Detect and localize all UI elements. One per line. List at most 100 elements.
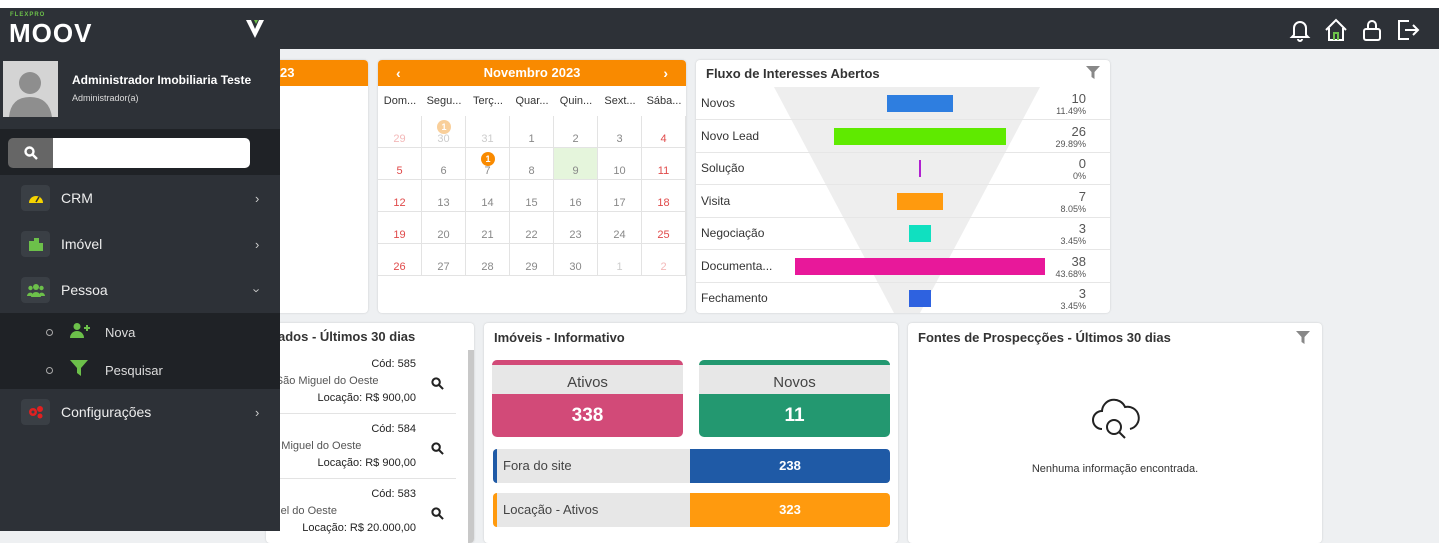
calendar-day[interactable]: 16 [554, 180, 598, 212]
search-icon[interactable] [431, 507, 444, 525]
calendar-day[interactable]: 30 1 [422, 116, 466, 148]
calendar-day[interactable]: 22 [510, 212, 554, 244]
search-icon[interactable] [431, 442, 444, 460]
funnel-count: 3 [1078, 221, 1086, 236]
calendar-day[interactable]: 3 [598, 116, 642, 148]
calendar-day[interactable]: 10 [598, 148, 642, 180]
calendar-day[interactable]: 19 [378, 212, 422, 244]
calendar-day[interactable]: 15 [510, 180, 554, 212]
home-icon[interactable] [1323, 17, 1349, 43]
list-item[interactable]: Cód: 583 iguel do Oeste Locação: R$ 20.000… [266, 480, 456, 543]
event-count-badge[interactable]: 1 [481, 152, 495, 166]
properties-title: ados - Últimos 30 dias [278, 329, 416, 344]
calendar-day[interactable]: 1 [510, 116, 554, 148]
funnel-percent: 11.49% [1056, 106, 1086, 116]
calendar-day[interactable]: 11 [642, 148, 686, 180]
funnel-percent: 3.45% [1060, 236, 1086, 246]
funnel-bar[interactable] [919, 160, 921, 177]
calendar-day[interactable]: 17 [598, 180, 642, 212]
funnel-bar[interactable] [795, 257, 1045, 275]
ativos-box[interactable]: Ativos 338 [492, 360, 683, 437]
funnel-count: 26 [1071, 123, 1086, 139]
calendar-day[interactable]: 8 [510, 148, 554, 180]
next-month-icon[interactable]: › [663, 60, 668, 86]
funnel-title: Fluxo de Interesses Abertos [706, 66, 880, 81]
funnel-bar[interactable] [834, 127, 1006, 145]
calendar-day[interactable]: 9 [554, 148, 598, 180]
list-item[interactable]: Cód: 585), São Miguel do Oeste Locação: R… [266, 350, 456, 414]
calendar-day[interactable]: 31 [466, 116, 510, 148]
scrollbar[interactable] [468, 350, 474, 543]
calendar-day[interactable]: 5 [378, 148, 422, 180]
calendar-day[interactable]: 2 [554, 116, 598, 148]
fontes-card: Fontes de Prospecções - Últimos 30 dias … [908, 323, 1322, 543]
calendar-day-number: 10 [613, 165, 626, 177]
funnel-row[interactable]: Solução 0 0% [696, 152, 1110, 185]
funnel-row[interactable]: Documenta... 38 43.68% [696, 250, 1110, 283]
menu-toggle-icon[interactable] [244, 18, 266, 45]
calendar-day[interactable]: 14 [466, 180, 510, 212]
calendar-day[interactable]: 13 [422, 180, 466, 212]
calendar-day[interactable]: 23 [554, 212, 598, 244]
search-button[interactable] [8, 138, 54, 168]
funnel-bar[interactable] [909, 290, 931, 307]
prev-month-icon[interactable]: ‹ [396, 60, 401, 86]
sidebar-item-imovel[interactable]: Imóvel › [0, 221, 280, 267]
funnel-bar[interactable] [909, 225, 931, 242]
calendar-day-number: 5 [396, 165, 403, 177]
sidebar-item-crm[interactable]: CRM › [0, 175, 280, 221]
filter-icon[interactable] [1296, 331, 1310, 350]
bullet-icon [46, 328, 53, 336]
search-input[interactable] [53, 138, 250, 168]
calendar-day-number: 7 [484, 165, 491, 177]
calendar-day[interactable]: 29 [378, 116, 422, 148]
sidebar-item-configuracoes[interactable]: Configurações › [0, 389, 280, 435]
calendar-day[interactable]: 27 [422, 244, 466, 276]
funnel-row[interactable]: Novos 10 11.49% [696, 87, 1110, 120]
calendar-day-number: 27 [437, 261, 450, 273]
calendar-day[interactable]: 6 [422, 148, 466, 180]
fora-do-site-row[interactable]: Fora do site 238 [493, 449, 890, 483]
funnel-count: 3 [1078, 286, 1086, 301]
logout-icon[interactable] [1395, 17, 1421, 43]
calendar-day[interactable]: 12 [378, 180, 422, 212]
calendar-day[interactable]: 29 [510, 244, 554, 276]
submenu-item-pesquisar[interactable]: Pesquisar [0, 351, 280, 389]
top-strip [0, 0, 1439, 8]
calendar-day[interactable]: 1 [598, 244, 642, 276]
calendar-day[interactable]: 24 [598, 212, 642, 244]
calendar-day[interactable]: 71 [466, 148, 510, 180]
calendar-day[interactable]: 28 [466, 244, 510, 276]
avatar[interactable] [3, 61, 58, 117]
list-item[interactable]: Cód: 584 ão Miguel do Oeste Locação: R$ 90… [266, 415, 456, 479]
funnel-row[interactable]: Fechamento 3 3.45% [696, 282, 1110, 313]
funnel-stage-label: Documenta... [701, 258, 773, 273]
calendar-day[interactable]: 4 [642, 116, 686, 148]
calendar-day[interactable]: 18 [642, 180, 686, 212]
calendar-day-number: 29 [525, 261, 538, 273]
sidebar-item-pessoa[interactable]: Pessoa › [0, 267, 280, 313]
funnel-bar[interactable] [896, 192, 944, 210]
event-count-badge[interactable]: 1 [437, 120, 451, 134]
filter-icon[interactable] [1086, 66, 1100, 85]
novos-box[interactable]: Novos 11 [699, 360, 890, 437]
calendar-day[interactable]: 30 [554, 244, 598, 276]
calendar-day[interactable]: 21 [466, 212, 510, 244]
calendar-day[interactable]: 20 [422, 212, 466, 244]
calendar-day[interactable]: 2 [642, 244, 686, 276]
bell-icon[interactable] [1287, 17, 1313, 43]
calendar-day[interactable]: 26 [378, 244, 422, 276]
locacao-ativos-row[interactable]: Locação - Ativos 323 [493, 493, 890, 527]
calendar-day-number: 30 [437, 133, 450, 145]
funnel-row[interactable]: Negociação 3 3.45% [696, 217, 1110, 250]
funnel-row[interactable]: Visita 7 8.05% [696, 185, 1110, 218]
funnel-row[interactable]: Novo Lead 26 29.89% [696, 120, 1110, 153]
partial-card-header: 23 [280, 65, 295, 80]
search-icon[interactable] [431, 377, 444, 395]
calendar-day[interactable]: 25 [642, 212, 686, 244]
funnel-bar[interactable] [887, 95, 953, 112]
lock-icon[interactable] [1359, 17, 1385, 43]
sidebar: Administrador Imobiliaria Teste Administ… [0, 49, 280, 531]
submenu-item-nova[interactable]: Nova [0, 313, 280, 351]
calendar-card: ‹ Novembro 2023 › Dom... Segu... Terç... Qu… [378, 60, 686, 313]
